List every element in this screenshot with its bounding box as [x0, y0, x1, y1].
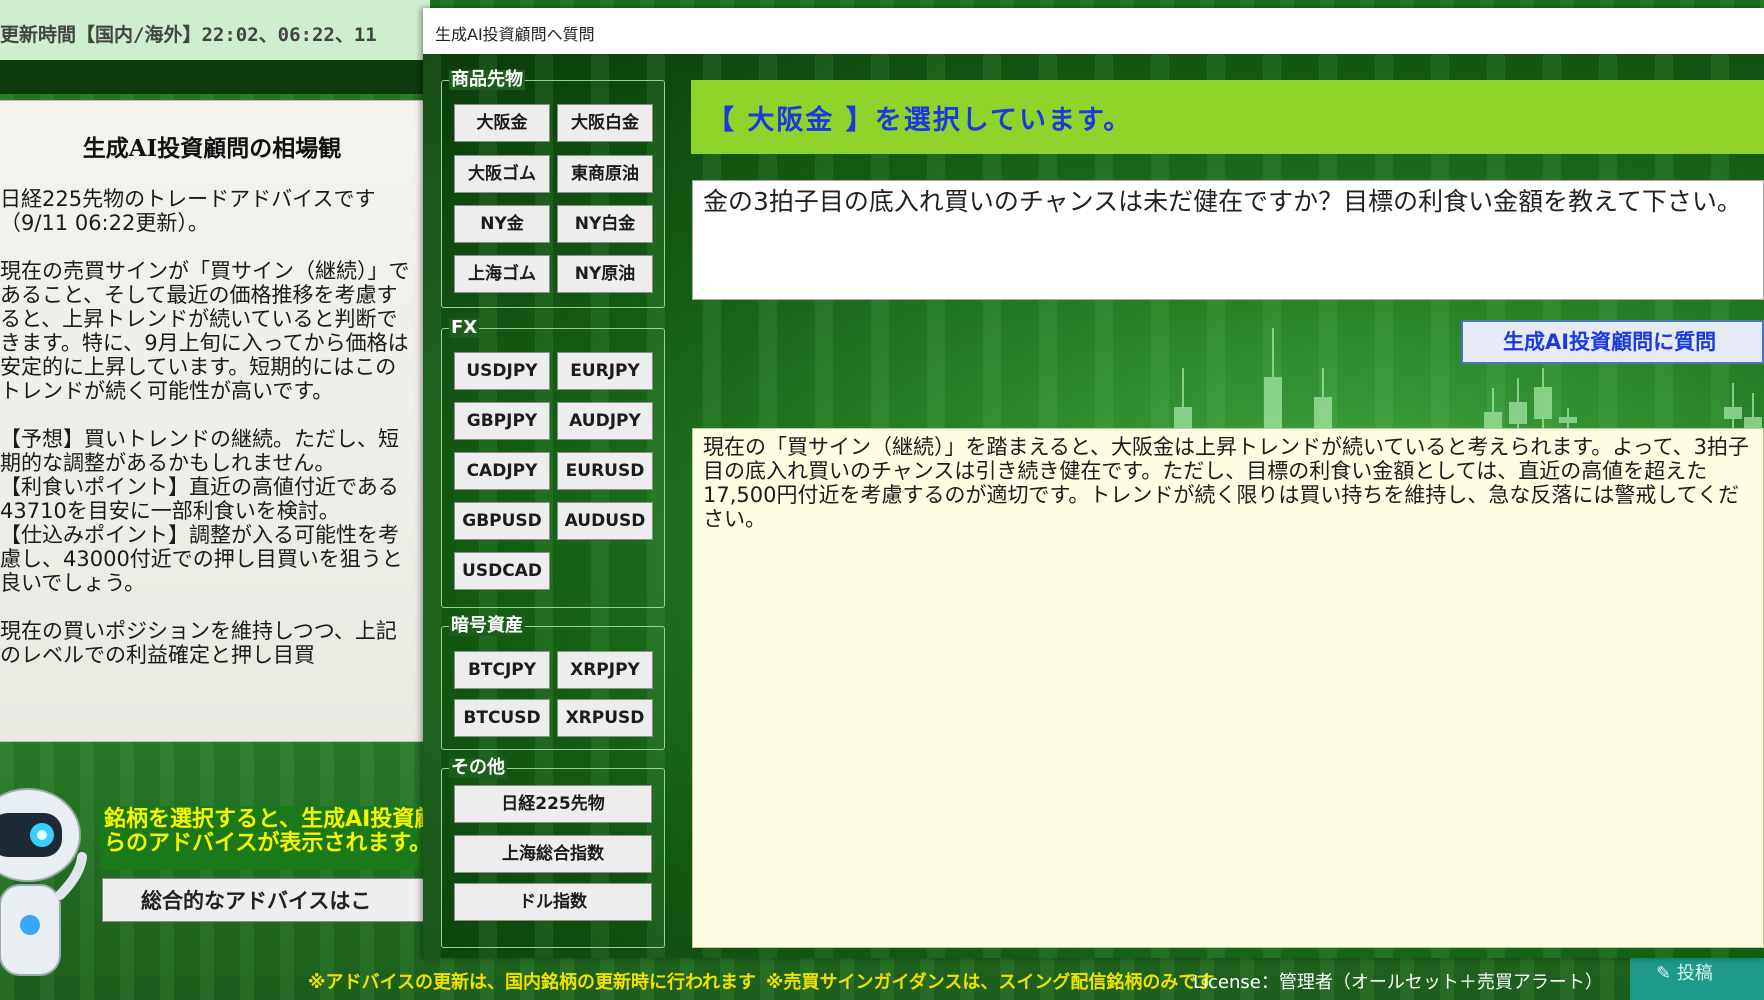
header-divider-band	[0, 60, 430, 94]
update-time-header: 更新時間【国内/海外】22:02、06:22、11	[0, 0, 430, 61]
item-ny-gold[interactable]: NY金	[454, 205, 550, 243]
ai-answer-text: 現在の「買サイン（継続）」を踏まえると、大阪金は上昇トレンドが続いていると考えら…	[692, 428, 1764, 948]
item-osaka-platinum[interactable]: 大阪白金	[557, 104, 653, 142]
item-shanghai-rubber[interactable]: 上海ゴム	[454, 255, 550, 293]
panel-title: 生成AI投資顧問の相場観	[82, 135, 342, 162]
item-cadjpy[interactable]: CADJPY	[454, 452, 550, 490]
item-btcusd[interactable]: BTCUSD	[454, 699, 550, 737]
ask-ai-advisor-button[interactable]: 生成AI投資顧問に質問	[1461, 320, 1764, 364]
item-shanghai-composite[interactable]: 上海総合指数	[454, 835, 652, 873]
selected-item-text: 【 大阪金 】を選択しています。	[707, 105, 1133, 136]
other-group-label: その他	[449, 757, 507, 778]
update-note: ※アドバイスの更新は、国内銘柄の更新時に行われます	[308, 972, 757, 993]
item-nikkei225-futures[interactable]: 日経225先物	[454, 785, 652, 823]
item-eurusd[interactable]: EURUSD	[557, 452, 653, 490]
crypto-group-label: 暗号資産	[449, 615, 525, 636]
dialog-title: 生成AI投資顧問へ質問	[435, 25, 595, 44]
item-osaka-rubber[interactable]: 大阪ゴム	[454, 155, 550, 193]
item-xrpusd[interactable]: XRPUSD	[557, 699, 653, 737]
advice-text: 日経225先物のトレードアドバイスです（9/11 06:22更新）。 現在の売買…	[0, 187, 410, 667]
item-gbpjpy[interactable]: GBPJPY	[454, 402, 550, 440]
ai-question-dialog: 生成AI投資顧問へ質問 商品先物 大阪金 大阪白金 大阪ゴム 東商原油 NY金 …	[423, 8, 1764, 958]
question-input[interactable]: 金の3拍子目の底入れ買いのチャンスは未だ健在ですか？目標の利食い金額を教えて下さ…	[692, 180, 1764, 300]
item-osaka-gold[interactable]: 大阪金	[454, 104, 550, 142]
item-gbpusd[interactable]: GBPUSD	[454, 502, 550, 540]
post-button-label: 投稿	[1676, 963, 1713, 984]
item-usdjpy[interactable]: USDJPY	[454, 352, 550, 390]
item-audjpy[interactable]: AUDJPY	[557, 402, 653, 440]
item-ny-platinum[interactable]: NY白金	[557, 205, 653, 243]
item-tocom-crude[interactable]: 東商原油	[557, 155, 653, 193]
status-bar: ※アドバイスの更新は、国内銘柄の更新時に行われます ※売買サインガイダンスは、ス…	[300, 960, 1764, 1000]
fx-group-label: FX	[449, 317, 480, 338]
selection-notice-text: 銘柄を選択すると、生成AI投資顧問か らのアドバイスが表示されます。	[104, 807, 481, 856]
selection-notice: 銘柄を選択すると、生成AI投資顧問か らのアドバイスが表示されます。	[100, 806, 481, 870]
license-text: License：管理者（オールセット＋売買アラート）	[1193, 972, 1603, 993]
selected-item-banner: 【 大阪金 】を選択しています。	[691, 80, 1764, 154]
update-time-text: 更新時間【国内/海外】22:02、06:22、11	[0, 24, 377, 46]
overall-advice-button[interactable]: 総合的なアドバイスはこ	[102, 878, 432, 922]
signal-note: ※売買サインガイダンスは、スイング配信銘柄のみです	[766, 972, 1215, 993]
item-eurjpy[interactable]: EURJPY	[557, 352, 653, 390]
item-audusd[interactable]: AUDUSD	[557, 502, 653, 540]
item-xrpjpy[interactable]: XRPJPY	[557, 651, 653, 689]
pencil-icon: ✎	[1656, 963, 1677, 984]
ai-market-view-panel: 生成AI投資顧問の相場観 日経225先物のトレードアドバイスです（9/11 06…	[0, 100, 425, 742]
commodity-group-label: 商品先物	[449, 69, 525, 90]
item-ny-crude[interactable]: NY原油	[557, 255, 653, 293]
item-btcjpy[interactable]: BTCJPY	[454, 651, 550, 689]
item-dollar-index[interactable]: ドル指数	[454, 883, 652, 921]
item-usdcad[interactable]: USDCAD	[454, 552, 550, 590]
dialog-titlebar[interactable]: 生成AI投資顧問へ質問	[423, 8, 1764, 55]
robot-mascot-icon	[0, 788, 87, 976]
